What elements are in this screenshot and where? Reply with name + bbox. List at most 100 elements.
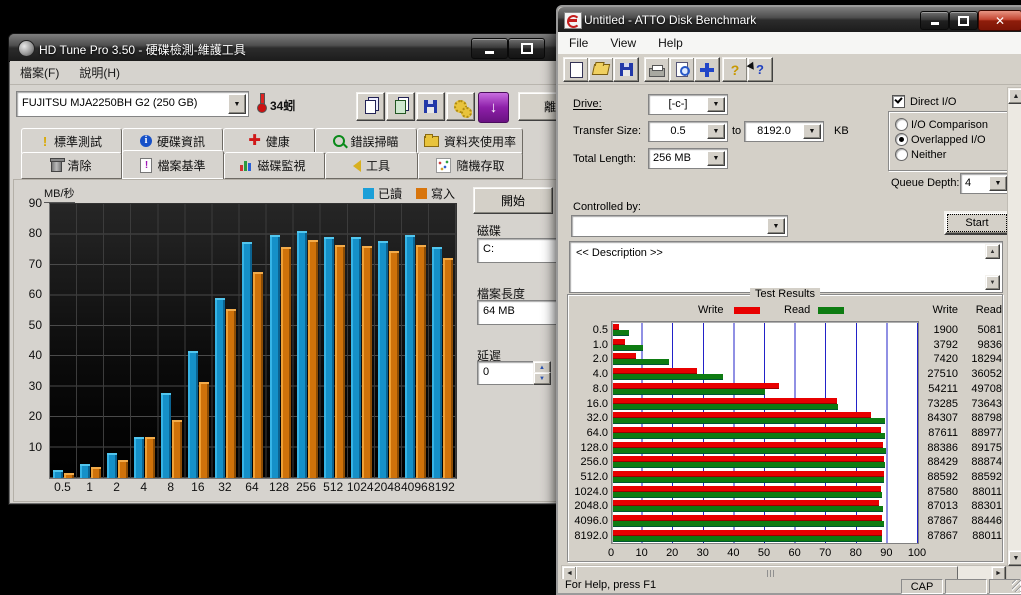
- copy-button[interactable]: [356, 92, 385, 121]
- minimize-button[interactable]: [471, 38, 508, 59]
- benchmark-page-icon: !: [140, 158, 152, 173]
- controlled-by-select[interactable]: ▼: [571, 215, 788, 237]
- read-bar: [378, 241, 388, 478]
- maximize-button[interactable]: [508, 38, 545, 59]
- tab-health[interactable]: ✚ 健康: [223, 128, 315, 154]
- total-length-select[interactable]: 256 MB ▼: [648, 148, 728, 169]
- tab-error-scan[interactable]: 錯誤掃瞄: [315, 128, 417, 154]
- hdtune-menubar: 檔案(F) 說明(H): [10, 61, 593, 85]
- transfer-from-select[interactable]: 0.5 ▼: [648, 121, 728, 142]
- radio-neither[interactable]: [895, 148, 908, 161]
- radio-io-comparison[interactable]: [895, 118, 908, 131]
- menu-file[interactable]: File: [558, 34, 599, 52]
- legend-read: 已讀: [363, 185, 402, 202]
- scroll-up-button[interactable]: ▲: [1008, 88, 1021, 104]
- context-help-button[interactable]: ?: [747, 57, 773, 82]
- save-button[interactable]: [613, 57, 639, 82]
- delay-input[interactable]: 0: [477, 361, 535, 385]
- transfer-to-select[interactable]: 8192.0 ▼: [744, 121, 824, 142]
- tab-folder-usage[interactable]: 資料夾使用率: [417, 128, 523, 154]
- direct-io-checkbox[interactable]: [892, 95, 905, 108]
- tab-standard-test[interactable]: ! 標準測試: [21, 128, 122, 154]
- pan-button[interactable]: [694, 57, 720, 82]
- dropdown-arrow-icon[interactable]: ▼: [707, 97, 725, 112]
- drive-select[interactable]: [-c-] ▼: [648, 94, 728, 115]
- vertical-scrollbar[interactable]: ▲ ▼: [1007, 87, 1021, 567]
- drive-select-value: FUJITSU MJA2250BH G2 (250 GB): [22, 97, 197, 109]
- dropdown-arrow-icon[interactable]: ▼: [767, 218, 785, 234]
- help-button[interactable]: ?: [722, 57, 748, 82]
- hdtune-titlebar[interactable]: HD Tune Pro 3.50 - 硬碟檢測-維護工具: [9, 34, 594, 62]
- print-button[interactable]: [644, 57, 670, 82]
- read-value: 88592: [958, 471, 1002, 483]
- menu-view[interactable]: View: [599, 34, 647, 52]
- menu-file[interactable]: 檔案(F): [10, 62, 69, 83]
- row-label: 1024.0: [568, 486, 608, 498]
- maximize-button[interactable]: [949, 11, 978, 30]
- write-bar: [281, 247, 291, 478]
- kb-label: KB: [834, 125, 849, 137]
- temperature-value: 34蚓: [270, 97, 295, 114]
- description-box[interactable]: << Description >> ▲ ▼: [569, 241, 1003, 293]
- tab-tools[interactable]: 工具: [325, 152, 418, 179]
- dropdown-arrow-icon[interactable]: ▼: [989, 176, 1007, 191]
- tab-random-access[interactable]: 隨機存取: [418, 152, 523, 179]
- print-preview-button[interactable]: [669, 57, 695, 82]
- atto-titlebar[interactable]: Untitled - ATTO Disk Benchmark ✕: [558, 7, 1021, 33]
- read-value: 73643: [958, 398, 1002, 410]
- help-icon: ?: [731, 62, 740, 78]
- chart-unit-label: MB/秒: [44, 185, 75, 203]
- scatter-icon: [436, 158, 451, 173]
- tab-file-benchmark[interactable]: ! 檔案基準: [122, 150, 224, 180]
- write-bar: [172, 420, 182, 478]
- update-download-button[interactable]: ↓: [478, 92, 509, 123]
- dropdown-arrow-icon[interactable]: ▼: [803, 124, 821, 139]
- read-bar: [613, 418, 885, 424]
- menu-help[interactable]: Help: [647, 34, 694, 52]
- open-button[interactable]: [588, 57, 614, 82]
- atto-menubar: File View Help: [558, 32, 1021, 55]
- save-screenshot-button[interactable]: [416, 92, 445, 121]
- copy-image-button[interactable]: [386, 92, 415, 121]
- file-length-value: 64 MB: [483, 305, 515, 317]
- close-button[interactable]: ✕: [978, 10, 1021, 31]
- row-label: 2.0: [568, 353, 608, 365]
- start-button[interactable]: Start: [944, 211, 1010, 235]
- menu-help[interactable]: 說明(H): [69, 62, 130, 83]
- y-tick-label: 30: [14, 379, 42, 393]
- tab-erase[interactable]: 清除: [21, 152, 122, 179]
- tab-disk-monitor[interactable]: 磁碟監視: [224, 152, 325, 179]
- x-tick-label: 32: [211, 480, 238, 494]
- new-button[interactable]: [563, 57, 589, 82]
- dropdown-arrow-icon[interactable]: ▼: [707, 151, 725, 166]
- read-value: 49708: [958, 383, 1002, 395]
- start-benchmark-button[interactable]: 開始: [473, 187, 553, 214]
- row-label: 2048.0: [568, 500, 608, 512]
- spin-down-button[interactable]: ▼: [533, 372, 551, 385]
- scroll-up-icon[interactable]: ▲: [985, 244, 1000, 259]
- drive-select[interactable]: FUJITSU MJA2250BH G2 (250 GB) ▼: [16, 91, 249, 117]
- minimize-button[interactable]: [920, 11, 949, 30]
- bar-chart-icon: [244, 161, 247, 171]
- dropdown-arrow-icon[interactable]: ▼: [707, 124, 725, 139]
- maximize-icon: [958, 16, 969, 26]
- transfer-to-value: 8192.0: [745, 125, 803, 137]
- read-bar: [613, 506, 883, 512]
- read-bar: [297, 231, 307, 478]
- y-tick-label: 10: [14, 440, 42, 454]
- scroll-down-button[interactable]: ▼: [1008, 550, 1021, 566]
- resize-grip[interactable]: [1012, 580, 1021, 592]
- read-value: 88301: [958, 500, 1002, 512]
- read-value: 18294: [958, 353, 1002, 365]
- queue-depth-select[interactable]: 4 ▼: [960, 173, 1010, 194]
- speaker-icon: [353, 160, 361, 172]
- settings-button[interactable]: [446, 92, 475, 121]
- scroll-down-icon[interactable]: ▼: [985, 275, 1000, 290]
- x-tick-label: 0.5: [49, 480, 76, 494]
- radio-overlapped-io[interactable]: [895, 133, 908, 146]
- write-value: 54211: [914, 383, 958, 395]
- write-swatch: [734, 307, 760, 314]
- health-cross-icon: ✚: [248, 135, 261, 147]
- dropdown-arrow-icon[interactable]: ▼: [228, 94, 246, 114]
- hdtune-plot: [49, 203, 457, 479]
